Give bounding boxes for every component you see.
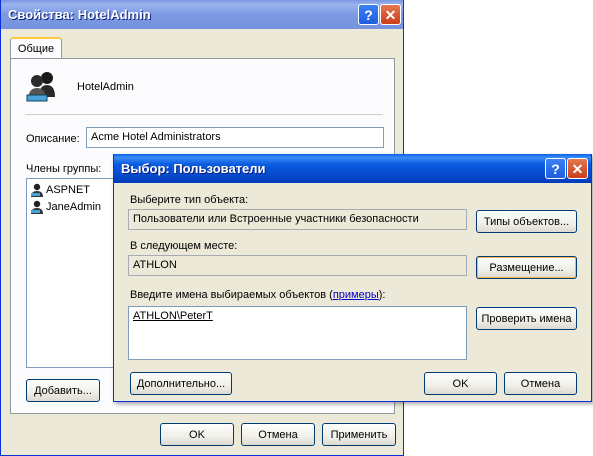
cancel-button[interactable]: Отмена xyxy=(504,372,577,395)
select-users-dialog: Выбор: Пользователи ? ✕ Выберите тип объ… xyxy=(113,154,592,402)
user-icon xyxy=(31,183,43,197)
location-button[interactable]: Размещение... xyxy=(476,256,577,279)
ok-button[interactable]: OK xyxy=(160,423,234,446)
close-icon[interactable]: ✕ xyxy=(567,158,588,179)
names-label: Введите имена выбираемых объектов (приме… xyxy=(130,289,385,301)
user-icon xyxy=(31,200,43,214)
ok-button[interactable]: OK xyxy=(424,372,497,395)
help-icon[interactable]: ? xyxy=(545,158,566,179)
description-field[interactable]: Acme Hotel Administrators xyxy=(86,127,384,148)
examples-link[interactable]: примеры xyxy=(333,289,379,301)
list-item[interactable]: JaneAdmin xyxy=(30,200,101,214)
tab-general[interactable]: Общие xyxy=(10,37,62,59)
resolved-name: ATHLON\PeterT xyxy=(133,310,213,322)
object-types-button[interactable]: Типы объектов... xyxy=(476,210,577,233)
select-users-title: Выбор: Пользователи xyxy=(121,161,266,176)
select-users-titlebar[interactable]: Выбор: Пользователи ? ✕ xyxy=(114,154,591,183)
object-type-label: Выберите тип объекта: xyxy=(130,194,249,206)
separator xyxy=(25,114,383,115)
cancel-button[interactable]: Отмена xyxy=(241,423,315,446)
apply-button[interactable]: Применить xyxy=(322,423,396,446)
description-label: Описание: xyxy=(26,133,80,145)
check-names-button[interactable]: Проверить имена xyxy=(476,307,577,330)
names-label-text: Введите имена выбираемых объектов ( xyxy=(130,289,333,301)
members-label: Члены группы: xyxy=(26,163,102,175)
names-textarea[interactable]: ATHLON\PeterT xyxy=(128,306,467,360)
group-properties-titlebar[interactable]: Свойства: HotelAdmin ? ✕ xyxy=(1,0,403,29)
location-field: ATHLON xyxy=(128,255,467,276)
tab-general-label: Общие xyxy=(17,43,55,55)
group-name: HotelAdmin xyxy=(77,81,134,93)
names-label-end: ): xyxy=(378,289,386,301)
group-icon xyxy=(26,72,55,102)
member-name: ASPNET xyxy=(46,183,91,196)
location-label: В следующем месте: xyxy=(130,240,238,252)
advanced-button[interactable]: Дополнительно... xyxy=(130,372,232,395)
members-list[interactable]: ASPNET JaneAdmin xyxy=(26,178,121,368)
add-button[interactable]: Добавить... xyxy=(26,379,100,402)
help-icon[interactable]: ? xyxy=(358,4,379,25)
member-name: JaneAdmin xyxy=(46,200,102,213)
group-properties-title: Свойства: HotelAdmin xyxy=(8,7,151,22)
list-item[interactable]: ASPNET xyxy=(30,183,90,197)
close-icon[interactable]: ✕ xyxy=(380,4,401,25)
object-type-field: Пользователи или Встроенные участники бе… xyxy=(128,209,467,230)
